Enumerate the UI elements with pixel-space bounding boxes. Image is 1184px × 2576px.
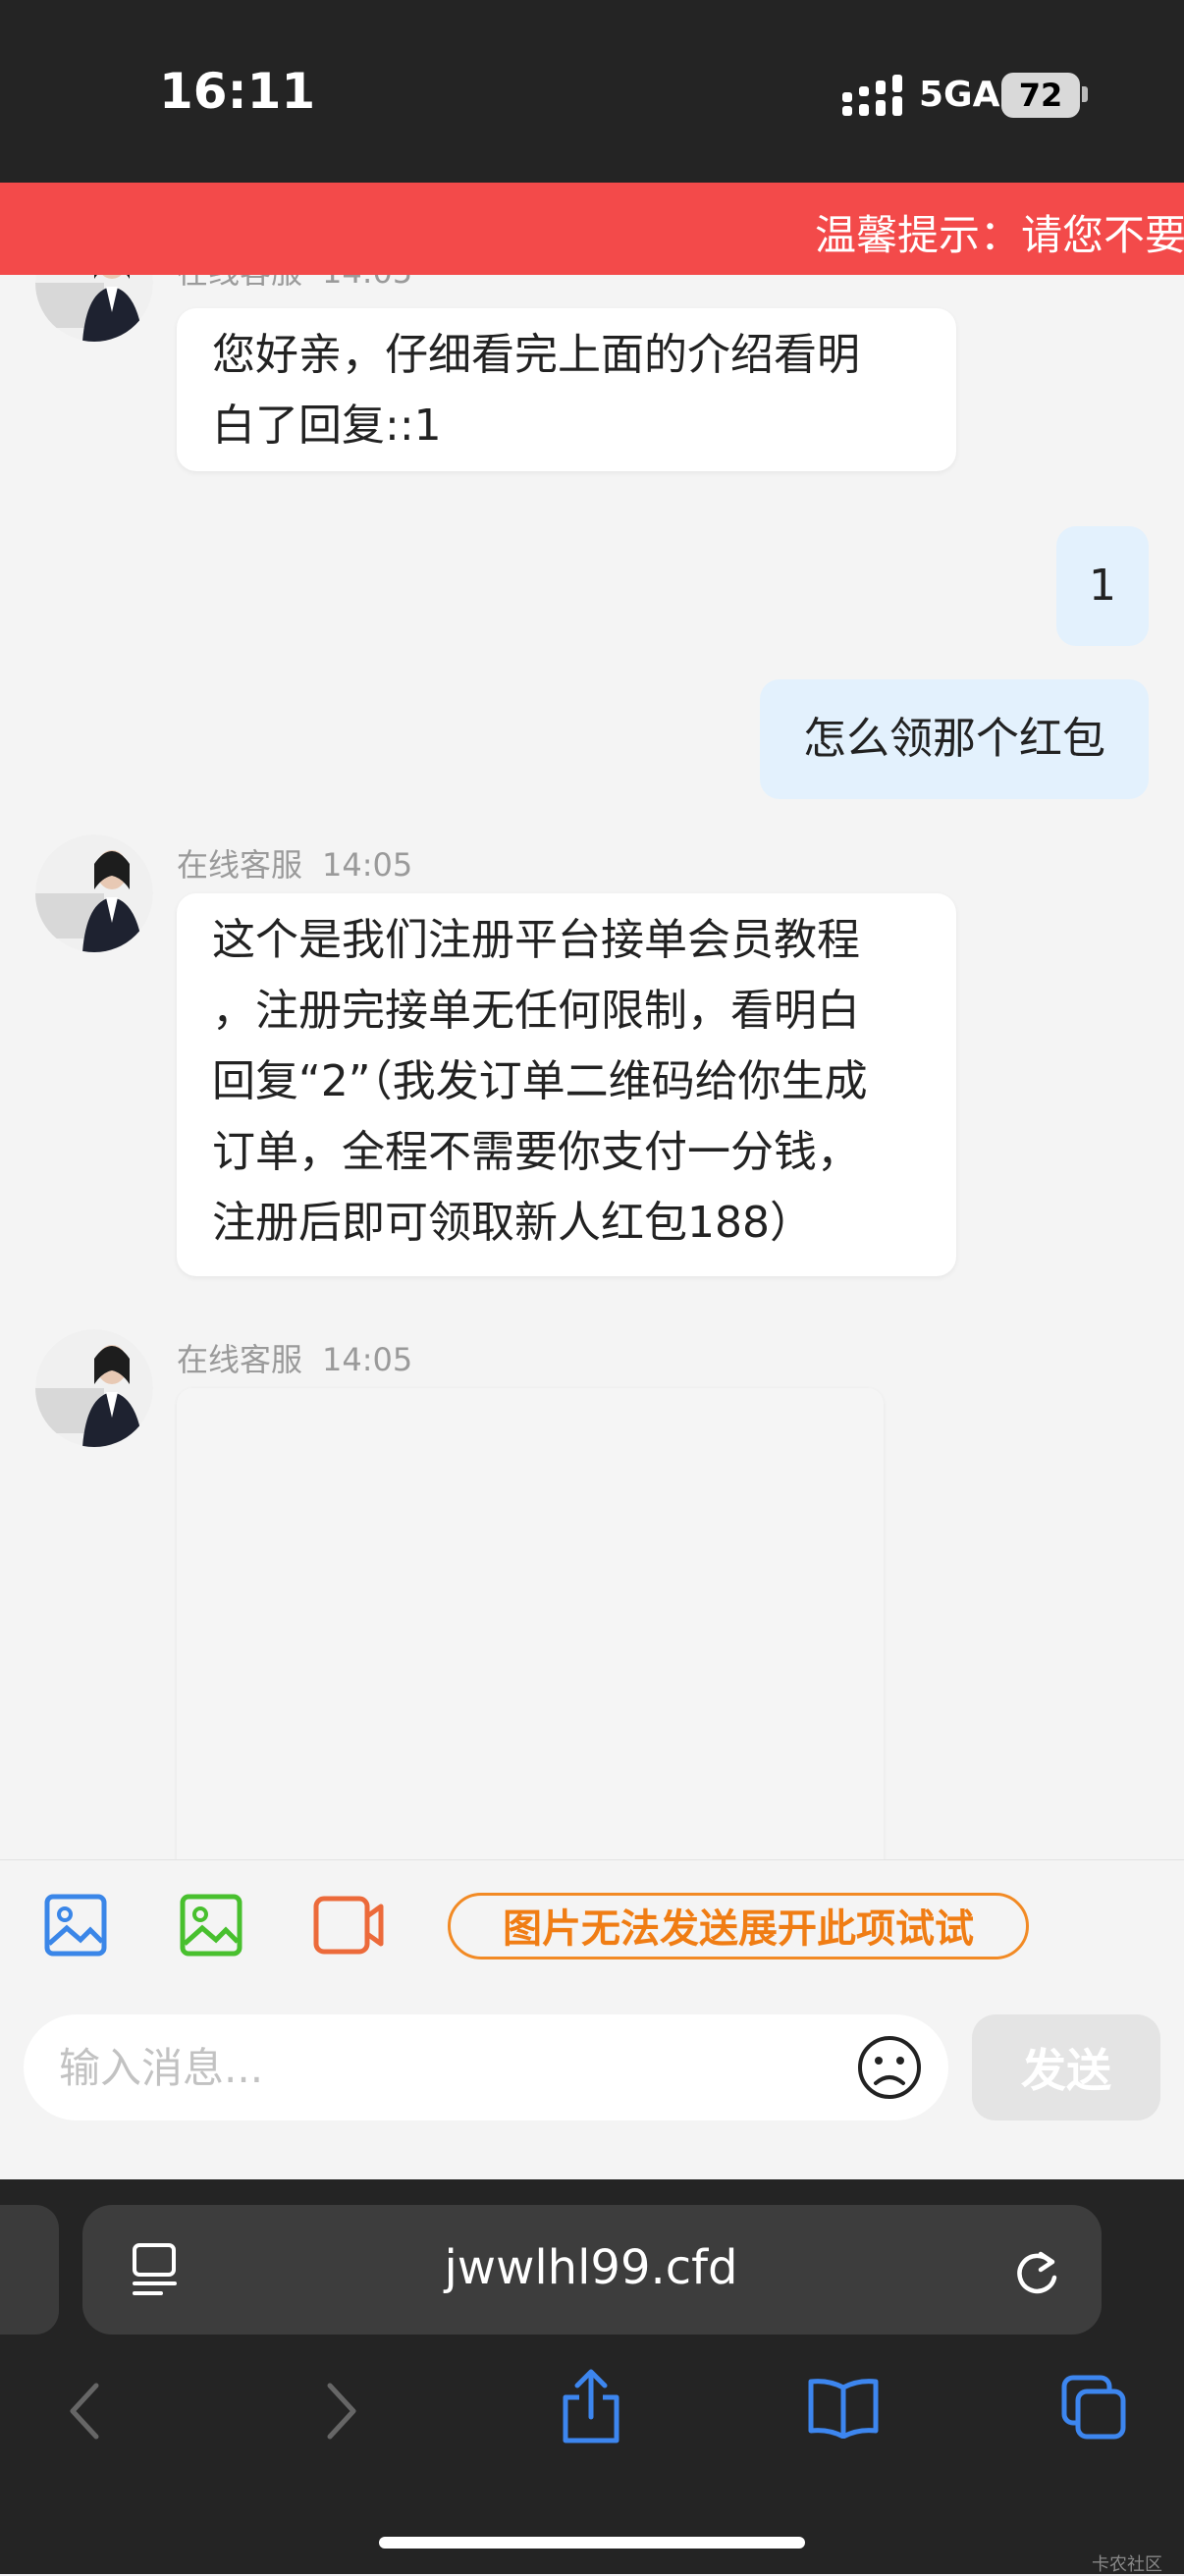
bookmarks-icon[interactable]: [807, 2376, 880, 2439]
notice-text: 温馨提示：请您不要: [815, 211, 1184, 259]
forward-icon[interactable]: [322, 2380, 361, 2442]
agent-avatar: [35, 275, 153, 342]
home-indicator: [379, 2537, 805, 2549]
message-input[interactable]: [24, 2014, 948, 2120]
message-line: 订单，全程不需要你支付一分钱，: [212, 1127, 860, 1177]
url-text[interactable]: jwwlhl99.cfd: [295, 2240, 888, 2295]
send-button[interactable]: 发送: [972, 2014, 1160, 2120]
watermark: 卡农社区: [1092, 2554, 1162, 2575]
user-message-bubble: 1: [1056, 526, 1149, 646]
agent-avatar: [35, 834, 153, 952]
status-time: 16:11: [159, 63, 316, 120]
message-line: 您好亲，仔细看完上面的介绍看明: [212, 330, 860, 380]
message-meta: 在线客服 14:05: [177, 840, 412, 886]
sender-name: 在线客服: [177, 846, 303, 884]
battery-level: 72: [1001, 73, 1080, 118]
chat-area[interactable]: 在线客服14:05 您好亲，仔细看完上面的介绍看明 白了回复::1 1 怎么领那…: [0, 275, 1184, 1859]
battery-cap: [1082, 86, 1088, 102]
agent-message-bubble: 这个是我们注册平台接单会员教程 ，注册完接单无任何限制，看明白 回复“2”（我发…: [177, 893, 956, 1276]
message-line: 这个是我们注册平台接单会员教程: [212, 915, 860, 965]
emoji-icon[interactable]: [856, 2034, 923, 2101]
signal-icon: [842, 75, 902, 116]
message-line: ，注册完接单无任何限制，看明白: [212, 986, 860, 1036]
message-time: 14:05: [322, 1341, 413, 1378]
message-line: 白了回复::1: [212, 401, 442, 451]
image-icon[interactable]: [43, 1893, 108, 1958]
image-fallback-button[interactable]: 图片无法发送展开此项试试: [448, 1893, 1029, 1959]
message-line: 回复“2”（我发订单二维码给你生成: [212, 1056, 868, 1106]
share-icon[interactable]: [560, 2368, 622, 2446]
message-meta: 在线客服 14:05: [177, 1335, 412, 1380]
sender-name: 在线客服: [177, 275, 302, 291]
message-line: 注册后即可领取新人红包188）: [212, 1198, 813, 1248]
network-type: 5GA: [919, 75, 1000, 115]
message-meta: 在线客服 14:05: [177, 275, 412, 293]
sender-name: 在线客服: [177, 1341, 303, 1378]
back-icon[interactable]: [65, 2380, 104, 2442]
message-time: 14:05: [322, 275, 412, 291]
gallery-icon[interactable]: [179, 1893, 243, 1958]
tabs-menu-icon[interactable]: [132, 2242, 181, 2297]
reload-icon[interactable]: [1011, 2248, 1062, 2299]
agent-avatar: [35, 1329, 153, 1447]
video-icon[interactable]: [312, 1893, 385, 1958]
tabs-icon[interactable]: [1060, 2374, 1129, 2442]
agent-message-bubble: 您好亲，仔细看完上面的介绍看明 白了回复::1: [177, 308, 956, 471]
message-time: 14:05: [322, 846, 413, 884]
previous-tab-preview[interactable]: [0, 2205, 59, 2334]
notice-bar: 温馨提示：请您不要: [0, 183, 1184, 275]
image-message[interactable]: [177, 1388, 884, 1859]
user-message-bubble: 怎么领那个红包: [760, 679, 1149, 799]
